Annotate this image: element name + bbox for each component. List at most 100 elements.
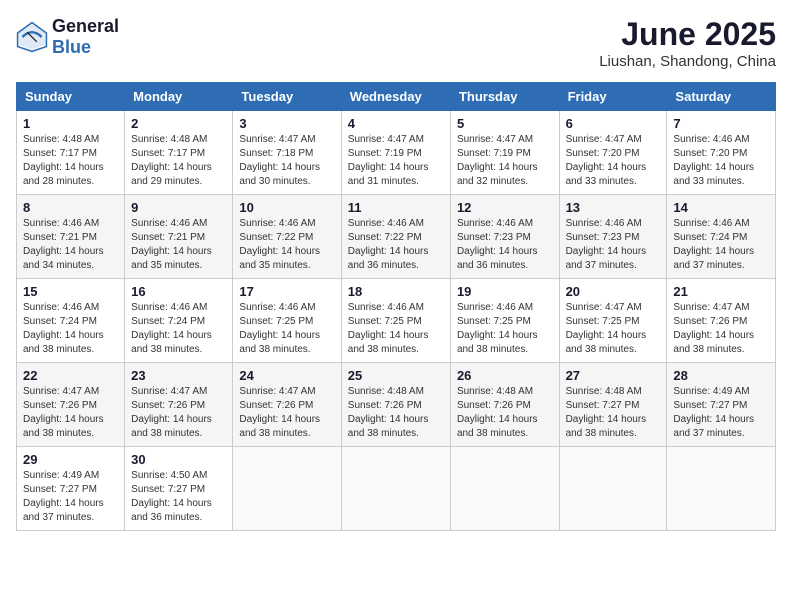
table-row: [233, 447, 341, 531]
table-row: 18Sunrise: 4:46 AM Sunset: 7:25 PM Dayli…: [341, 279, 450, 363]
table-row: 8 Sunrise: 4:46 AM Sunset: 7:21 PM Daylig…: [17, 195, 125, 279]
day-number: 17: [239, 284, 334, 299]
calendar-week-2: 8 Sunrise: 4:46 AM Sunset: 7:21 PM Daylig…: [17, 195, 776, 279]
table-row: 5 Sunrise: 4:47 AM Sunset: 7:19 PM Daylig…: [450, 111, 559, 195]
day-info: Sunrise: 4:48 AM Sunset: 7:26 PM Dayligh…: [457, 385, 553, 441]
calendar-week-3: 15Sunrise: 4:46 AM Sunset: 7:24 PM Dayli…: [17, 279, 776, 363]
table-row: 14 Sunrise: 4:46 AM Sunset: 7:24 PM Dayli…: [667, 195, 776, 279]
day-number: 24: [239, 368, 334, 383]
calendar-subtitle: Liushan, Shandong, China: [599, 53, 776, 70]
day-number: 6: [566, 116, 661, 131]
day-number: 22: [23, 368, 118, 383]
table-row: 17Sunrise: 4:46 AM Sunset: 7:25 PM Dayli…: [233, 279, 341, 363]
day-info: Sunrise: 4:46 AM Sunset: 7:21 PM Dayligh…: [23, 217, 118, 273]
table-row: 10 Sunrise: 4:46 AM Sunset: 7:22 PM Dayli…: [233, 195, 341, 279]
col-monday: Monday: [125, 83, 233, 111]
day-number: 1: [23, 116, 118, 131]
day-info: Sunrise: 4:47 AM Sunset: 7:25 PM Dayligh…: [566, 301, 661, 357]
table-row: [667, 447, 776, 531]
col-tuesday: Tuesday: [233, 83, 341, 111]
table-row: 20 Sunrise: 4:47 AM Sunset: 7:25 PM Dayli…: [559, 279, 667, 363]
day-number: 5: [457, 116, 553, 131]
day-number: 28: [673, 368, 769, 383]
day-number: 8: [23, 200, 118, 215]
day-number: 27: [566, 368, 661, 383]
day-info: Sunrise: 4:47 AM Sunset: 7:19 PM Dayligh…: [457, 133, 553, 189]
table-row: 29Sunrise: 4:49 AM Sunset: 7:27 PM Dayli…: [17, 447, 125, 531]
table-row: 16Sunrise: 4:46 AM Sunset: 7:24 PM Dayli…: [125, 279, 233, 363]
day-number: 21: [673, 284, 769, 299]
col-wednesday: Wednesday: [341, 83, 450, 111]
day-info: Sunrise: 4:49 AM Sunset: 7:27 PM Dayligh…: [673, 385, 769, 441]
day-info: Sunrise: 4:47 AM Sunset: 7:26 PM Dayligh…: [673, 301, 769, 357]
table-row: 9Sunrise: 4:46 AM Sunset: 7:21 PM Daylig…: [125, 195, 233, 279]
title-area: June 2025 Liushan, Shandong, China: [599, 16, 776, 70]
day-info: Sunrise: 4:47 AM Sunset: 7:26 PM Dayligh…: [131, 385, 226, 441]
day-info: Sunrise: 4:47 AM Sunset: 7:19 PM Dayligh…: [348, 133, 444, 189]
day-number: 20: [566, 284, 661, 299]
table-row: 24 Sunrise: 4:47 AM Sunset: 7:26 PM Dayli…: [233, 363, 341, 447]
logo-general-text: General: [52, 16, 119, 36]
header-row: Sunday Monday Tuesday Wednesday Thursday…: [17, 83, 776, 111]
day-info: Sunrise: 4:46 AM Sunset: 7:24 PM Dayligh…: [673, 217, 769, 273]
table-row: 15Sunrise: 4:46 AM Sunset: 7:24 PM Dayli…: [17, 279, 125, 363]
day-number: 10: [239, 200, 334, 215]
col-saturday: Saturday: [667, 83, 776, 111]
table-row: 25Sunrise: 4:48 AM Sunset: 7:26 PM Dayli…: [341, 363, 450, 447]
table-row: 12Sunrise: 4:46 AM Sunset: 7:23 PM Dayli…: [450, 195, 559, 279]
table-row: 3 Sunrise: 4:47 AM Sunset: 7:18 PM Daylig…: [233, 111, 341, 195]
table-row: [450, 447, 559, 531]
table-row: 6 Sunrise: 4:47 AM Sunset: 7:20 PM Daylig…: [559, 111, 667, 195]
logo: General Blue: [16, 16, 119, 58]
table-row: 19 Sunrise: 4:46 AM Sunset: 7:25 PM Dayli…: [450, 279, 559, 363]
day-info: Sunrise: 4:48 AM Sunset: 7:17 PM Dayligh…: [131, 133, 226, 189]
day-number: 13: [566, 200, 661, 215]
table-row: 13 Sunrise: 4:46 AM Sunset: 7:23 PM Dayli…: [559, 195, 667, 279]
calendar-week-1: 1 Sunrise: 4:48 AM Sunset: 7:17 PM Daylig…: [17, 111, 776, 195]
day-info: Sunrise: 4:47 AM Sunset: 7:26 PM Dayligh…: [23, 385, 118, 441]
day-number: 14: [673, 200, 769, 215]
day-info: Sunrise: 4:48 AM Sunset: 7:27 PM Dayligh…: [566, 385, 661, 441]
calendar-table: Sunday Monday Tuesday Wednesday Thursday…: [16, 82, 776, 531]
day-info: Sunrise: 4:46 AM Sunset: 7:22 PM Dayligh…: [239, 217, 334, 273]
header: General Blue June 2025 Liushan, Shandong…: [16, 16, 776, 70]
day-info: Sunrise: 4:46 AM Sunset: 7:23 PM Dayligh…: [566, 217, 661, 273]
day-number: 2: [131, 116, 226, 131]
day-info: Sunrise: 4:47 AM Sunset: 7:18 PM Dayligh…: [239, 133, 334, 189]
logo-blue-text: Blue: [52, 37, 91, 57]
day-number: 16: [131, 284, 226, 299]
day-number: 7: [673, 116, 769, 131]
table-row: 7 Sunrise: 4:46 AM Sunset: 7:20 PM Daylig…: [667, 111, 776, 195]
calendar-week-4: 22 Sunrise: 4:47 AM Sunset: 7:26 PM Dayli…: [17, 363, 776, 447]
day-info: Sunrise: 4:46 AM Sunset: 7:21 PM Dayligh…: [131, 217, 226, 273]
day-number: 4: [348, 116, 444, 131]
day-info: Sunrise: 4:46 AM Sunset: 7:20 PM Dayligh…: [673, 133, 769, 189]
day-info: Sunrise: 4:47 AM Sunset: 7:20 PM Dayligh…: [566, 133, 661, 189]
table-row: 1 Sunrise: 4:48 AM Sunset: 7:17 PM Daylig…: [17, 111, 125, 195]
logo-icon: [16, 21, 48, 53]
table-row: 2 Sunrise: 4:48 AM Sunset: 7:17 PM Daylig…: [125, 111, 233, 195]
day-info: Sunrise: 4:50 AM Sunset: 7:27 PM Dayligh…: [131, 469, 226, 525]
table-row: 26 Sunrise: 4:48 AM Sunset: 7:26 PM Dayli…: [450, 363, 559, 447]
day-info: Sunrise: 4:48 AM Sunset: 7:26 PM Dayligh…: [348, 385, 444, 441]
day-info: Sunrise: 4:48 AM Sunset: 7:17 PM Dayligh…: [23, 133, 118, 189]
day-info: Sunrise: 4:47 AM Sunset: 7:26 PM Dayligh…: [239, 385, 334, 441]
calendar-title: June 2025: [599, 16, 776, 53]
table-row: 22 Sunrise: 4:47 AM Sunset: 7:26 PM Dayli…: [17, 363, 125, 447]
table-row: 30 Sunrise: 4:50 AM Sunset: 7:27 PM Dayli…: [125, 447, 233, 531]
day-number: 15: [23, 284, 118, 299]
day-number: 29: [23, 452, 118, 467]
table-row: 27 Sunrise: 4:48 AM Sunset: 7:27 PM Dayli…: [559, 363, 667, 447]
day-number: 26: [457, 368, 553, 383]
day-info: Sunrise: 4:46 AM Sunset: 7:25 PM Dayligh…: [457, 301, 553, 357]
table-row: 28 Sunrise: 4:49 AM Sunset: 7:27 PM Dayli…: [667, 363, 776, 447]
day-info: Sunrise: 4:46 AM Sunset: 7:23 PM Dayligh…: [457, 217, 553, 273]
day-number: 30: [131, 452, 226, 467]
day-info: Sunrise: 4:46 AM Sunset: 7:25 PM Dayligh…: [348, 301, 444, 357]
calendar-week-5: 29Sunrise: 4:49 AM Sunset: 7:27 PM Dayli…: [17, 447, 776, 531]
day-number: 19: [457, 284, 553, 299]
col-friday: Friday: [559, 83, 667, 111]
day-info: Sunrise: 4:46 AM Sunset: 7:22 PM Dayligh…: [348, 217, 444, 273]
table-row: 4 Sunrise: 4:47 AM Sunset: 7:19 PM Daylig…: [341, 111, 450, 195]
day-number: 3: [239, 116, 334, 131]
